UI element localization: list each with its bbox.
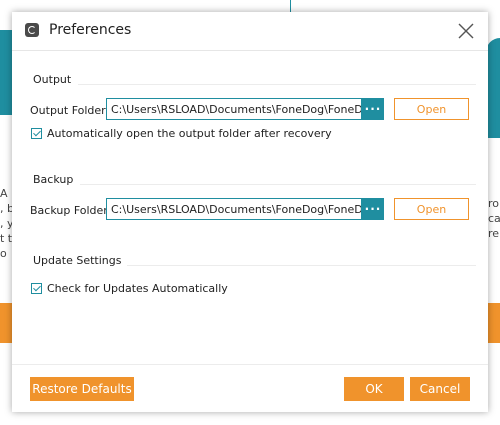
output-folder-label: Output Folder: — [30, 104, 110, 117]
backup-browse-button[interactable]: ··· — [362, 198, 384, 220]
background-text-line: o — [0, 247, 7, 260]
background-teal-panel-right — [486, 38, 500, 138]
output-browse-button[interactable]: ··· — [362, 98, 384, 120]
backup-section-divider — [80, 184, 476, 185]
background-text-line: roi — [488, 197, 500, 210]
background-text-left: A , b , y t to o — [0, 186, 12, 261]
background-text-right: roi ca re — [488, 196, 500, 241]
background-orange-bar-right — [488, 303, 500, 343]
background-orange-bar-left — [0, 303, 12, 343]
background-text-line: , b — [0, 202, 12, 215]
background-divider — [290, 0, 291, 12]
ok-button[interactable]: OK — [344, 377, 404, 401]
check-updates-checkbox-row[interactable]: Check for Updates Automatically — [31, 282, 228, 295]
preferences-dialog: Preferences Output Output Folder: ··· Op… — [12, 12, 488, 412]
background-text-line: ca — [488, 212, 500, 225]
close-icon[interactable] — [456, 21, 476, 41]
dialog-title: Preferences — [49, 22, 132, 38]
backup-folder-field — [106, 198, 362, 220]
check-updates-checkbox[interactable] — [31, 283, 42, 294]
dialog-titlebar: Preferences — [12, 12, 488, 51]
background-text-line: t to — [0, 232, 12, 245]
output-folder-field — [106, 98, 362, 120]
update-section-divider — [127, 265, 476, 266]
output-folder-input[interactable] — [107, 102, 361, 116]
output-open-button[interactable]: Open — [394, 98, 469, 120]
backup-section-title: Backup — [33, 173, 74, 186]
background-text-line: A — [0, 187, 8, 200]
restore-defaults-button[interactable]: Restore Defaults — [30, 377, 134, 401]
output-section-title: Output — [33, 73, 72, 86]
backup-open-button[interactable]: Open — [394, 198, 469, 220]
backup-folder-label: Backup Folder: — [30, 204, 112, 217]
output-section-divider — [78, 84, 476, 85]
background-text-line: re — [488, 227, 500, 240]
app-logo-icon — [25, 23, 39, 37]
cancel-button[interactable]: Cancel — [410, 377, 470, 401]
auto-open-checkbox[interactable] — [31, 128, 42, 139]
auto-open-checkbox-row[interactable]: Automatically open the output folder aft… — [31, 127, 332, 140]
check-updates-label: Check for Updates Automatically — [47, 282, 228, 295]
background-text-line: , y — [0, 217, 12, 230]
footer-divider — [12, 364, 488, 365]
update-section-title: Update Settings — [33, 254, 122, 267]
auto-open-label: Automatically open the output folder aft… — [47, 127, 332, 140]
backup-folder-input[interactable] — [107, 202, 361, 216]
